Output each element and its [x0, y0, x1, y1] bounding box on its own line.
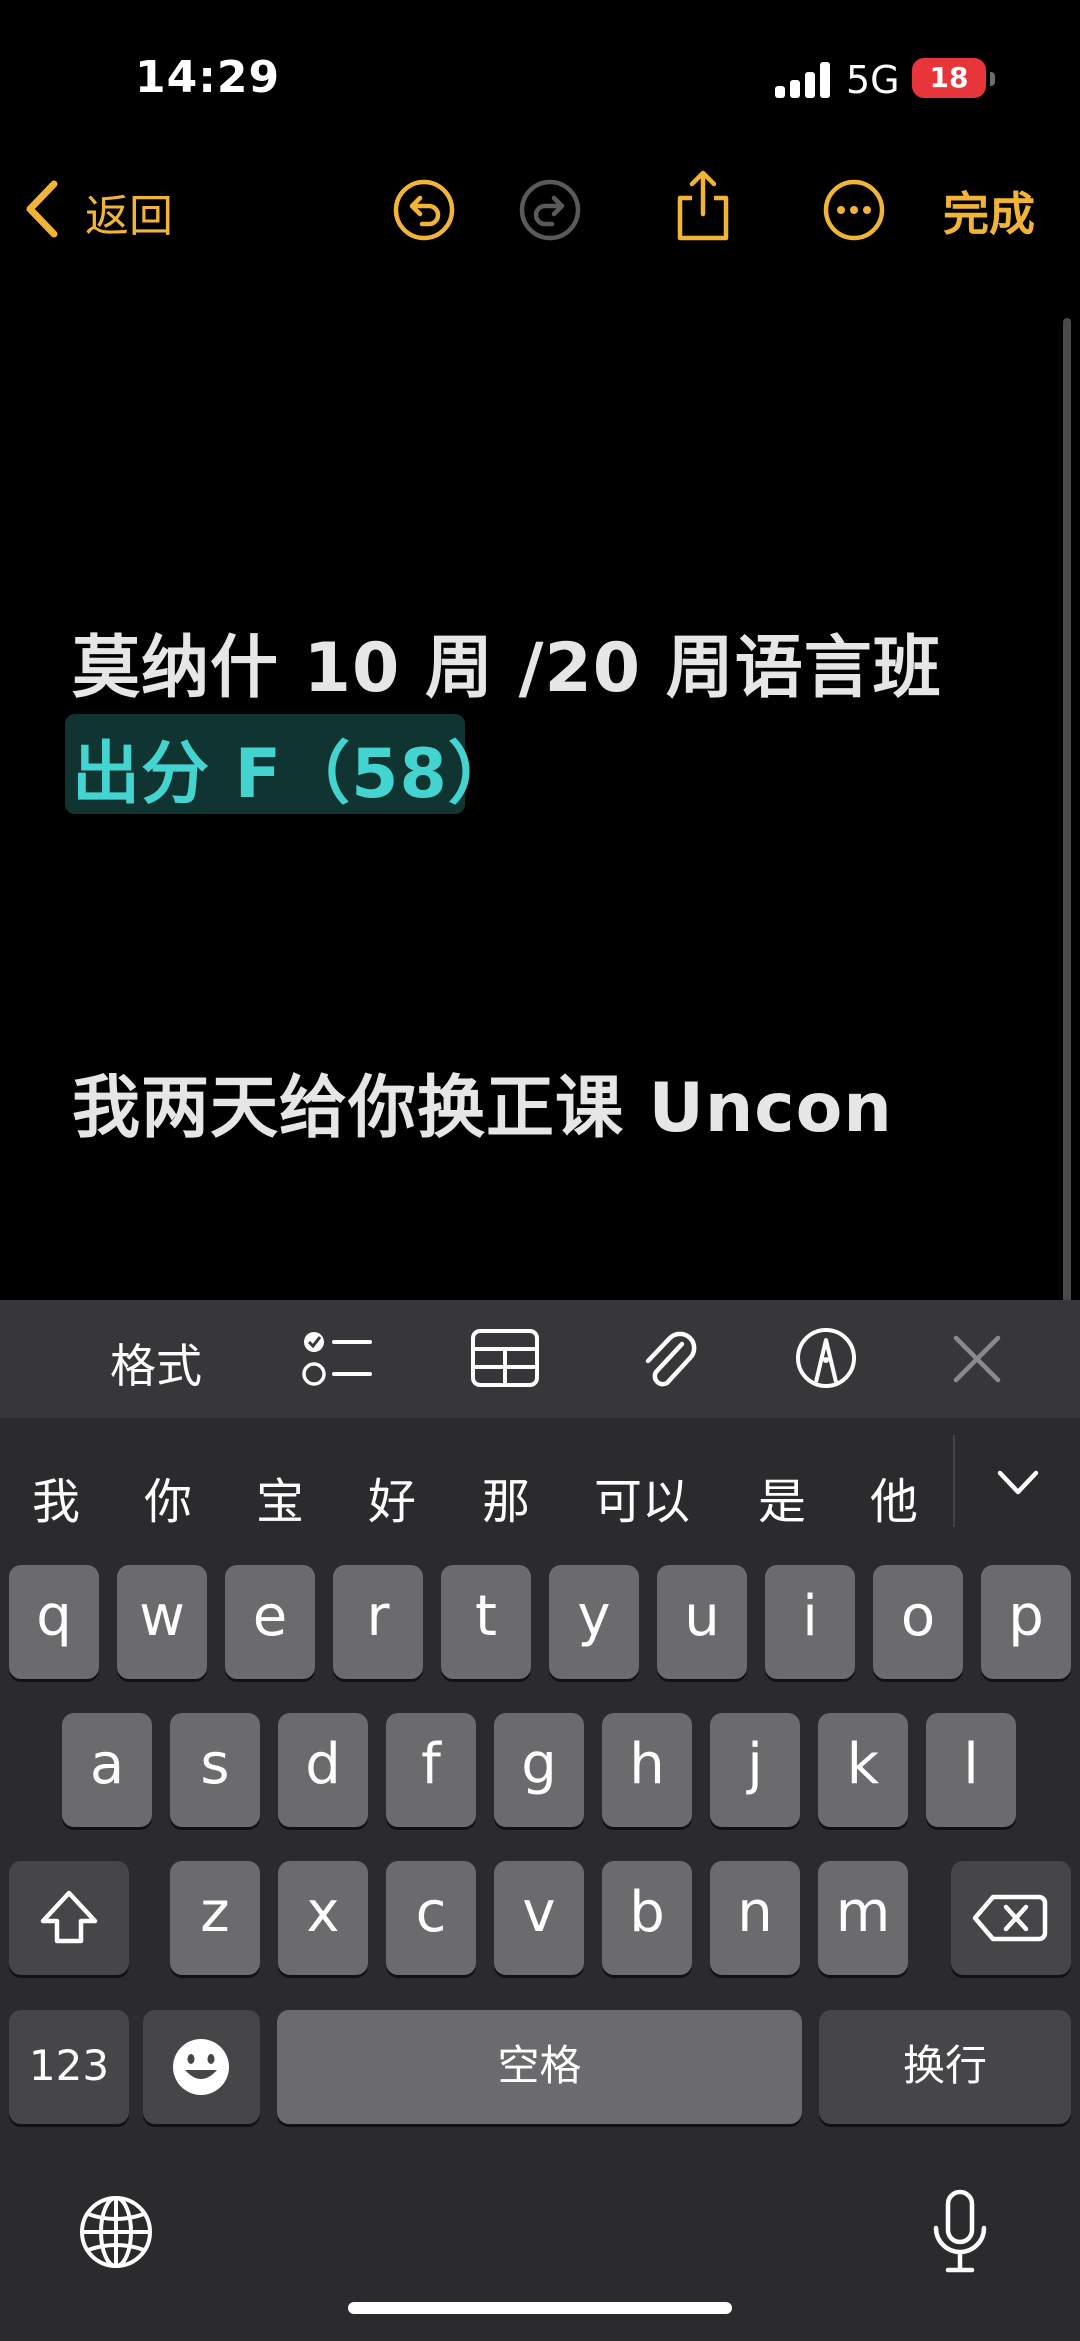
- candidate-item[interactable]: 他: [870, 1462, 918, 1532]
- key-k[interactable]: k: [818, 1713, 908, 1827]
- key-h[interactable]: h: [602, 1713, 692, 1827]
- more-icon[interactable]: [822, 178, 886, 242]
- candidate-item[interactable]: 我: [32, 1462, 80, 1532]
- note-title[interactable]: 莫纳什 10 周 /20 周语言班: [72, 612, 942, 711]
- numbers-key[interactable]: 123: [9, 2010, 129, 2124]
- key-d[interactable]: d: [278, 1713, 368, 1827]
- key-q[interactable]: q: [9, 1565, 99, 1679]
- key-p[interactable]: p: [981, 1565, 1071, 1679]
- key-z[interactable]: z: [170, 1861, 260, 1975]
- table-icon[interactable]: [470, 1328, 540, 1388]
- key-s[interactable]: s: [170, 1713, 260, 1827]
- scrollbar[interactable]: [1063, 318, 1071, 1303]
- close-icon[interactable]: [950, 1332, 1004, 1386]
- network-label: 5G: [846, 58, 900, 102]
- key-j[interactable]: j: [710, 1713, 800, 1827]
- key-a[interactable]: a: [62, 1713, 152, 1827]
- key-n[interactable]: n: [710, 1861, 800, 1975]
- key-u[interactable]: u: [657, 1565, 747, 1679]
- emoji-key[interactable]: [143, 2010, 260, 2124]
- key-r[interactable]: r: [333, 1565, 423, 1679]
- format-button[interactable]: 格式: [110, 1330, 202, 1396]
- attachment-icon[interactable]: [638, 1326, 700, 1392]
- microphone-icon[interactable]: [930, 2188, 990, 2276]
- candidate-item[interactable]: 你: [144, 1462, 192, 1532]
- redo-icon[interactable]: [518, 178, 582, 242]
- battery-nub: [990, 72, 995, 86]
- back-button[interactable]: 返回: [85, 180, 173, 244]
- candidate-item[interactable]: 宝: [256, 1462, 304, 1532]
- key-t[interactable]: t: [441, 1565, 531, 1679]
- chevron-down-icon[interactable]: [996, 1468, 1040, 1498]
- candidate-item[interactable]: 那: [482, 1462, 530, 1532]
- key-g[interactable]: g: [494, 1713, 584, 1827]
- candidate-item[interactable]: 好: [368, 1462, 416, 1532]
- key-l[interactable]: l: [926, 1713, 1016, 1827]
- globe-icon[interactable]: [78, 2194, 154, 2270]
- key-e[interactable]: e: [225, 1565, 315, 1679]
- chevron-left-icon[interactable]: [22, 180, 62, 238]
- note-highlighted-text[interactable]: 出分 F（58）: [72, 718, 517, 817]
- key-m[interactable]: m: [818, 1861, 908, 1975]
- home-indicator[interactable]: [348, 2302, 732, 2314]
- battery-level: 18: [929, 61, 969, 94]
- key-b[interactable]: b: [602, 1861, 692, 1975]
- key-y[interactable]: y: [549, 1565, 639, 1679]
- checklist-icon[interactable]: [302, 1326, 374, 1390]
- status-time: 14:29: [135, 52, 281, 103]
- candidate-item[interactable]: 是: [758, 1462, 806, 1532]
- key-i[interactable]: i: [765, 1565, 855, 1679]
- candidate-divider: [953, 1435, 955, 1527]
- key-x[interactable]: x: [278, 1861, 368, 1975]
- key-c[interactable]: c: [386, 1861, 476, 1975]
- backspace-icon: [972, 1894, 1048, 1942]
- key-o[interactable]: o: [873, 1565, 963, 1679]
- shift-icon: [40, 1890, 98, 1944]
- key-v[interactable]: v: [494, 1861, 584, 1975]
- signal-icon: [775, 60, 835, 100]
- space-key[interactable]: 空格: [277, 2010, 802, 2124]
- undo-icon[interactable]: [392, 178, 456, 242]
- candidate-item[interactable]: 可以: [594, 1462, 690, 1532]
- return-key[interactable]: 换行: [819, 2010, 1071, 2124]
- key-w[interactable]: w: [117, 1565, 207, 1679]
- key-f[interactable]: f: [386, 1713, 476, 1827]
- shift-key[interactable]: [9, 1861, 129, 1975]
- share-icon[interactable]: [672, 168, 734, 244]
- markup-pen-icon[interactable]: [794, 1326, 858, 1390]
- note-body-text[interactable]: 我两天给你换正课 Uncon: [72, 1052, 893, 1151]
- delete-key[interactable]: [951, 1861, 1071, 1975]
- done-button[interactable]: 完成: [943, 178, 1035, 244]
- emoji-icon: [173, 2039, 229, 2095]
